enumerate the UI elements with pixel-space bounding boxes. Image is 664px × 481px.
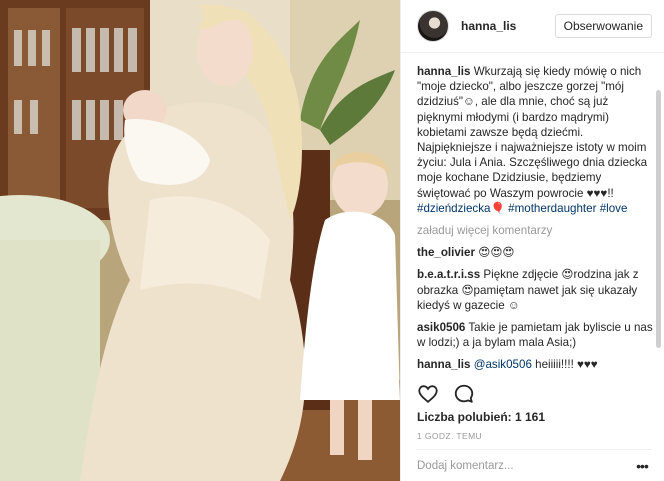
caption-text: Wkurzają się kiedy mówię o nich "moje dz… — [417, 65, 648, 200]
comment-username[interactable]: asik0506 — [417, 321, 465, 334]
comment-mention[interactable]: @asik0506 — [474, 358, 532, 371]
scrollbar-thumb[interactable] — [656, 90, 661, 348]
comment-item: b.e.a.t.r.i.ss Piękne zdjęcie 😍rodzina j… — [417, 267, 653, 313]
comment-bubble-icon[interactable] — [453, 383, 475, 405]
comment-username[interactable]: hanna_lis — [417, 358, 470, 371]
comment-text: 😍😍😍 — [478, 246, 515, 260]
hashtag-love[interactable]: #love — [600, 202, 628, 215]
comment-item: asik0506 Takie je pamietam jak byliscie … — [417, 320, 653, 350]
following-button[interactable]: Obserwowanie — [554, 14, 652, 38]
post-author-username[interactable]: hanna_lis — [461, 19, 555, 33]
comment-text: heiiiii!!!! ♥♥♥ — [531, 358, 598, 372]
comment-username[interactable]: b.e.a.t.r.i.ss — [417, 268, 480, 281]
more-options-icon[interactable]: ••• — [632, 458, 652, 474]
post-photo — [0, 0, 400, 481]
likes-count[interactable]: Liczba polubień: 1 161 — [417, 410, 545, 424]
caption: hanna_lis Wkurzają się kiedy mówię o nic… — [417, 64, 653, 216]
post-header: hanna_lis Obserwowanie — [401, 0, 664, 53]
load-more-comments-link[interactable]: załaduj więcej komentarzy — [417, 223, 653, 238]
comment-item: hanna_lis @asik0506 heiiiii!!!! ♥♥♥ — [417, 357, 653, 372]
hashtag-motherdaughter[interactable]: #motherdaughter — [508, 202, 596, 215]
family-photo-illustration — [0, 0, 400, 481]
add-comment-input[interactable] — [417, 459, 632, 472]
post-actions — [417, 381, 475, 407]
heart-icon[interactable] — [417, 383, 439, 405]
comments-list[interactable]: hanna_lis Wkurzają się kiedy mówię o nic… — [417, 64, 653, 376]
add-comment-bar: ••• — [417, 449, 652, 481]
comment-username[interactable]: the_olivier — [417, 246, 475, 259]
comment-item: the_olivier 😍😍😍 — [417, 245, 653, 260]
hashtag-dziendziecka[interactable]: #dzieńdziecka🎈 — [417, 202, 505, 215]
comments-scrollbar[interactable] — [656, 64, 661, 376]
avatar[interactable] — [417, 10, 449, 42]
post-timestamp[interactable]: 1 GODZ. TEMU — [417, 431, 482, 441]
caption-username[interactable]: hanna_lis — [417, 65, 470, 78]
post-side-panel: hanna_lis Obserwowanie hanna_lis Wkurzaj… — [400, 0, 664, 481]
